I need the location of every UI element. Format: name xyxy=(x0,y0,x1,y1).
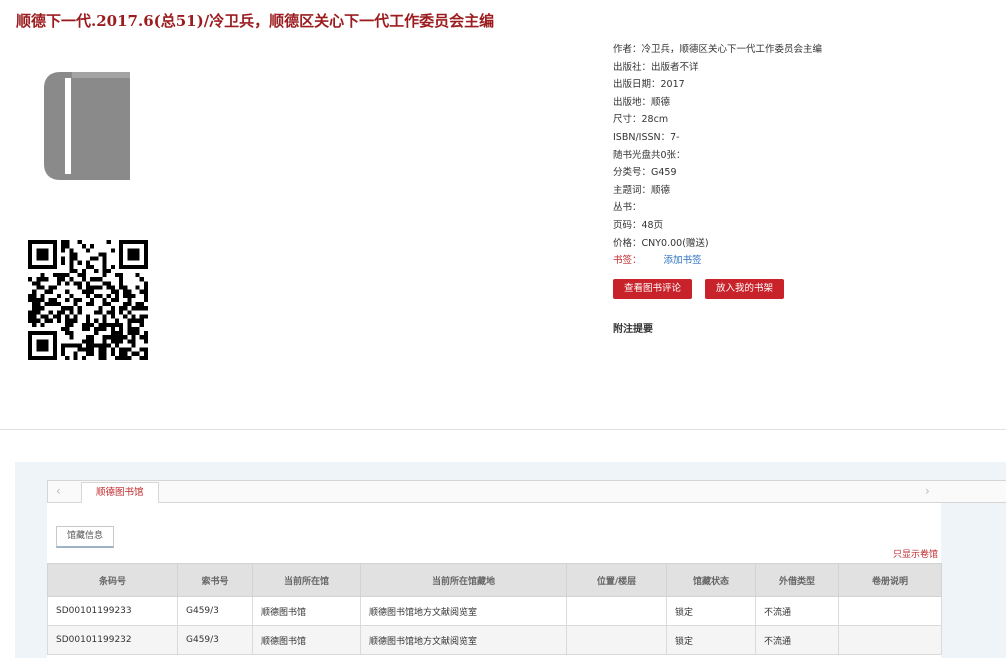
meta-classification: 分类号：G459 xyxy=(613,167,677,179)
holdings-table: 条码号 索书号 当前所在馆 当前所在馆藏地 位置/楼层 馆藏状态 外借类型 卷册… xyxy=(47,563,942,655)
cell-call-number: G459/3 xyxy=(177,625,253,655)
cell-volume-note xyxy=(838,596,942,626)
cell-position-floor xyxy=(566,625,667,655)
cell-call-number: G459/3 xyxy=(177,596,253,626)
meta-size: 尺寸：28cm xyxy=(613,114,669,126)
col-position-floor: 位置/楼层 xyxy=(566,563,667,597)
notes-heading: 附注提要 xyxy=(613,324,653,335)
col-current-location: 当前所在馆藏地 xyxy=(360,563,567,597)
meta-bookmark: 书签： 添加书签 xyxy=(613,255,702,267)
cell-loan-type: 不流通 xyxy=(755,625,839,655)
col-current-library: 当前所在馆 xyxy=(252,563,361,597)
table-row: SD00101199233 G459/3 顺德图书馆 顺德图书馆地方文献阅览室 … xyxy=(47,596,942,626)
cell-current-location: 顺德图书馆地方文献阅览室 xyxy=(360,596,567,626)
cell-position-floor xyxy=(566,596,667,626)
cell-status: 锁定 xyxy=(666,625,756,655)
cell-current-location: 顺德图书馆地方文献阅览室 xyxy=(360,625,567,655)
view-reviews-button[interactable]: 查看图书评论 xyxy=(613,279,693,299)
cell-barcode: SD00101199233 xyxy=(47,596,178,626)
col-loan-type: 外借类型 xyxy=(755,563,839,597)
cell-volume-note xyxy=(838,625,942,655)
book-metadata: 作者：冷卫兵，顺德区关心下一代工作委员会主编 出版社：出版者不详 出版日期：20… xyxy=(613,41,822,270)
meta-pages: 页码：48页 xyxy=(613,219,664,231)
table-row: SD00101199232 G459/3 顺德图书馆 顺德图书馆地方文献阅览室 … xyxy=(47,625,942,655)
qr-code-icon xyxy=(28,240,148,360)
cell-status: 锁定 xyxy=(666,596,756,626)
page-title: 顺德下一代.2017.6(总51)/冷卫兵，顺德区关心下一代工作委员会主编 xyxy=(16,12,495,30)
meta-disc-count: 随书光盘共0张： xyxy=(613,149,686,161)
meta-publisher: 出版社：出版者不详 xyxy=(613,61,699,73)
meta-author: 作者：冷卫兵，顺德区关心下一代工作委员会主编 xyxy=(613,44,823,55)
meta-isbn: ISBN/ISSN：7- xyxy=(613,131,680,143)
cell-current-library: 顺德图书馆 xyxy=(252,596,361,626)
chevron-right-icon[interactable]: › xyxy=(925,484,930,498)
tab-holdings-info[interactable]: 馆藏信息 xyxy=(56,526,115,548)
col-status: 馆藏状态 xyxy=(666,563,756,597)
col-barcode: 条码号 xyxy=(47,563,178,597)
action-buttons: 查看图书评论 放入我的书架 xyxy=(613,276,797,299)
section-divider xyxy=(0,429,1006,430)
col-volume-note: 卷册说明 xyxy=(838,563,942,597)
meta-pub-place: 出版地：顺德 xyxy=(613,96,671,108)
cell-loan-type: 不流通 xyxy=(755,596,839,626)
col-call-number: 索书号 xyxy=(177,563,253,597)
add-bookmark-link[interactable]: 添加书签 xyxy=(664,255,702,266)
cell-current-library: 顺德图书馆 xyxy=(252,625,361,655)
meta-pub-date: 出版日期：2017 xyxy=(613,79,685,91)
library-tab-strip: ‹ 顺德图书馆 › xyxy=(47,480,1006,503)
tab-shunde-library[interactable]: 顺德图书馆 xyxy=(81,482,159,503)
book-icon xyxy=(44,72,130,180)
cell-barcode: SD00101199232 xyxy=(47,625,178,655)
show-only-link[interactable]: 只显示卷馆 xyxy=(893,547,938,560)
add-to-shelf-button[interactable]: 放入我的书架 xyxy=(705,279,785,299)
meta-price: 价格：CNY0.00(赠送) xyxy=(613,237,709,249)
meta-subject: 主题词：顺德 xyxy=(613,184,671,196)
meta-series: 丛书： xyxy=(613,202,642,214)
chevron-left-icon[interactable]: ‹ xyxy=(56,484,61,498)
table-header-row: 条码号 索书号 当前所在馆 当前所在馆藏地 位置/楼层 馆藏状态 外借类型 卷册… xyxy=(47,563,942,597)
